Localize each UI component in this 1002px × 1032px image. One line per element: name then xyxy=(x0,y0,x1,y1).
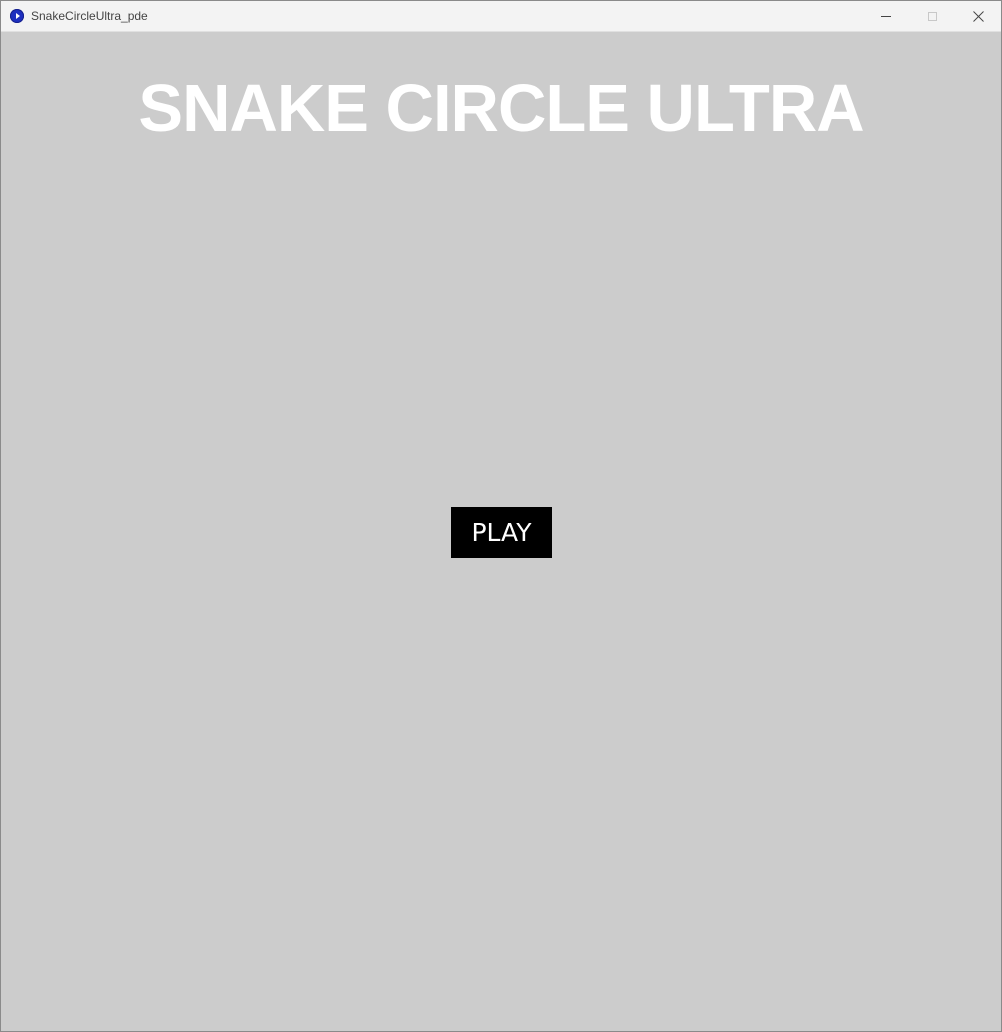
close-button[interactable] xyxy=(955,1,1001,31)
close-icon xyxy=(972,10,984,22)
play-button[interactable]: PLAY xyxy=(451,507,552,558)
app-window: SnakeCircleUltra_pde SNAKE CIRCLE ULTRA … xyxy=(0,0,1002,1032)
maximize-button[interactable] xyxy=(909,1,955,31)
window-title: SnakeCircleUltra_pde xyxy=(31,9,148,23)
minimize-icon xyxy=(881,15,891,17)
title-bar[interactable]: SnakeCircleUltra_pde xyxy=(1,1,1001,32)
minimize-button[interactable] xyxy=(863,1,909,31)
processing-app-icon xyxy=(10,9,24,23)
maximize-icon xyxy=(927,11,937,21)
game-title: SNAKE CIRCLE ULTRA xyxy=(138,71,864,146)
game-canvas[interactable]: SNAKE CIRCLE ULTRA PLAY xyxy=(1,32,1001,1031)
